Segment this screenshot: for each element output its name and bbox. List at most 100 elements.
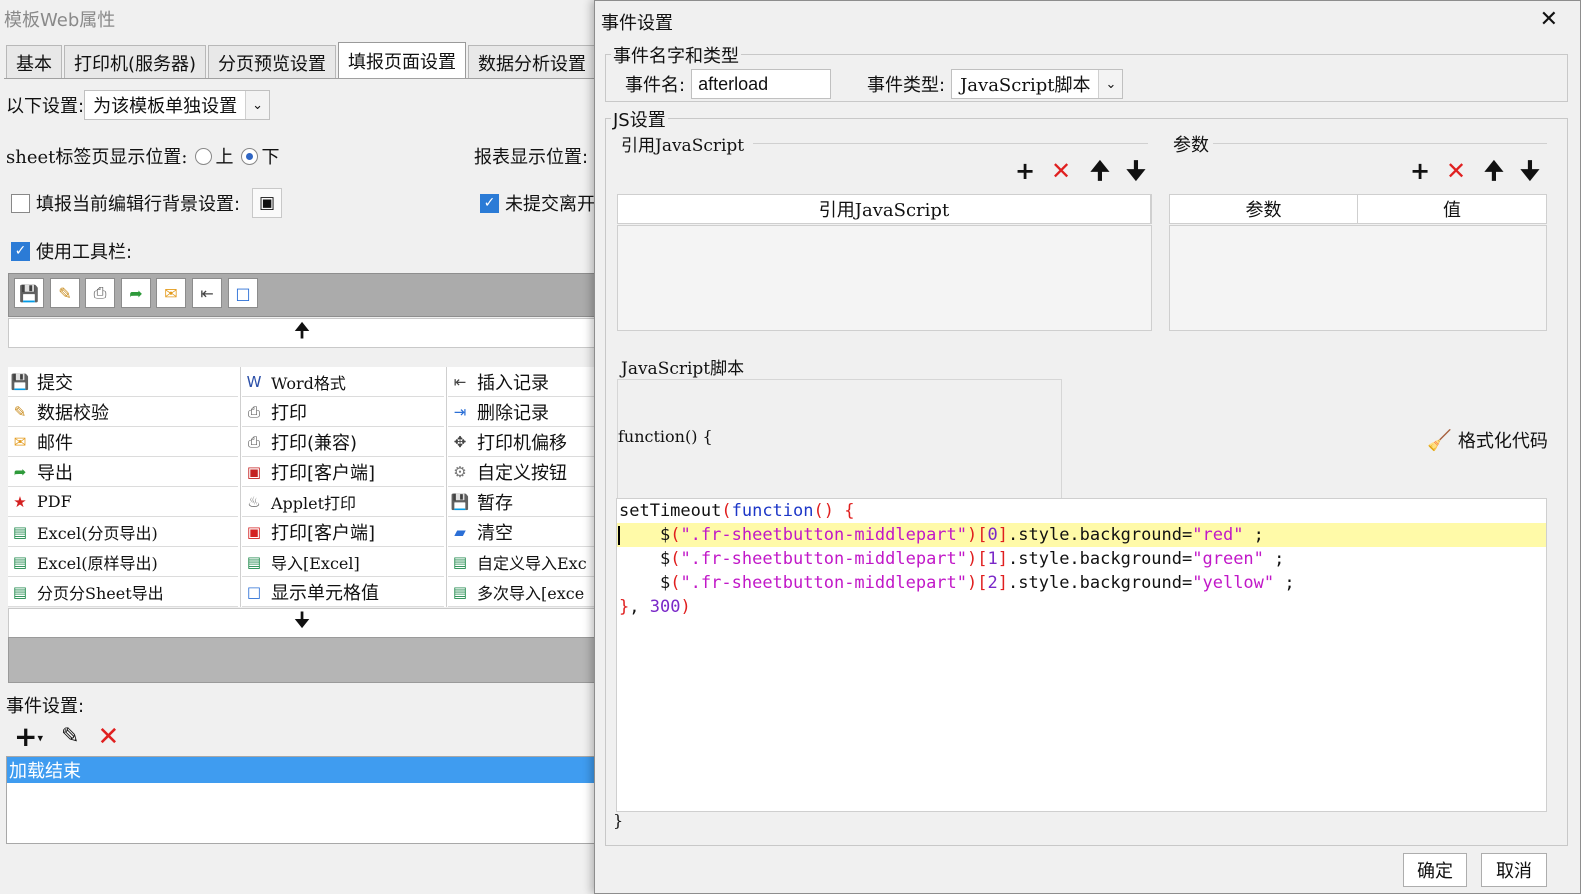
move-down-ref-js-icon[interactable]: 🠋 <box>1126 159 1146 183</box>
excel-icon: ▤ <box>246 552 262 571</box>
toolbar-option[interactable]: □ 显示单元格值 <box>242 577 444 607</box>
toolbar-option[interactable]: ⎙ 打印(兼容) <box>242 427 444 457</box>
name-type-legend: 事件名字和类型 <box>611 42 741 68</box>
tab-basic[interactable]: 基本 <box>6 45 62 79</box>
toolbar-option[interactable]: ⎙ 打印 <box>242 397 444 427</box>
radio-bottom-label: 下 <box>261 147 280 168</box>
move-down-button[interactable]: 🠋 <box>8 608 596 638</box>
add-event-icon[interactable]: +▾ <box>14 720 43 753</box>
ok-button[interactable]: 确定 <box>1403 853 1467 887</box>
ref-js-table[interactable] <box>617 225 1152 331</box>
toolbar-option[interactable]: ▤ 多次导入[exce <box>448 577 596 607</box>
toolbar-option[interactable]: ⇤ 插入记录 <box>448 367 596 397</box>
unsubmitted-checkbox[interactable]: ✓ <box>480 193 499 213</box>
edit-row-bg-checkbox[interactable] <box>11 193 30 213</box>
move-up-param-icon[interactable]: 🠉 <box>1484 159 1504 183</box>
validate-icon[interactable]: ✎ <box>50 278 80 308</box>
toolbar-option[interactable]: ▤ Excel(原样导出) <box>8 547 238 577</box>
move-up-button[interactable]: 🠉 <box>8 318 596 348</box>
radio-bottom[interactable] <box>241 147 259 165</box>
scope-select[interactable]: 为该模板单独设置 ⌄ <box>84 90 271 120</box>
delete-ref-js-icon[interactable]: ✕ <box>1051 159 1071 183</box>
tab-page-preview[interactable]: 分页预览设置 <box>208 45 337 79</box>
event-settings-label: 事件设置: <box>6 696 85 717</box>
gear-icon: ⚙ <box>453 462 467 481</box>
window-title: 模板Web属性 <box>4 10 116 31</box>
js-settings-legend: JS设置 <box>611 106 668 132</box>
move-down-param-icon[interactable]: 🠋 <box>1520 159 1540 183</box>
use-toolbar-label: 使用工具栏: <box>36 242 133 263</box>
toolbar-option-label: 删除记录 <box>477 402 549 424</box>
toolbar-option-label: Applet打印 <box>271 493 357 513</box>
toolbar-option-label: 清空 <box>477 522 513 544</box>
code-editor[interactable]: setTimeout(function() { $(".fr-sheetbutt… <box>616 498 1547 812</box>
toolbar-option[interactable]: ⇥ 删除记录 <box>448 397 596 427</box>
code-line-2: $(".fr-sheetbutton-middlepart")[0].style… <box>617 523 1546 547</box>
toolbar-option[interactable]: ✉ 邮件 <box>8 427 238 457</box>
params-table[interactable] <box>1169 225 1547 331</box>
move-up-ref-js-icon[interactable]: 🠉 <box>1090 159 1110 183</box>
save-icon: 💾 <box>10 372 30 391</box>
event-item-afterload[interactable]: 加载结束 <box>7 757 595 783</box>
toolbar-option[interactable]: ✥ 打印机偏移 <box>448 427 596 457</box>
close-icon[interactable]: ✕ <box>1540 7 1558 32</box>
grid-divider <box>446 367 447 607</box>
toolbar-option[interactable]: ▰ 清空 <box>448 517 596 547</box>
params-table-header: 参数 值 <box>1169 194 1547 224</box>
params-legend: 参数 <box>1171 131 1211 157</box>
insert-row-icon[interactable]: ⇤ <box>192 278 222 308</box>
toolbar-option[interactable]: ▤ Excel(分页导出) <box>8 517 238 547</box>
email-icon[interactable]: ✉ <box>156 278 186 308</box>
export-icon[interactable]: ➦ <box>121 278 151 308</box>
paint-bucket-icon[interactable]: ▣ <box>252 188 283 218</box>
event-name-input[interactable]: afterload <box>691 69 832 99</box>
toolbar-option[interactable]: ▤ 自定义导入Exc <box>448 547 596 577</box>
toolbar-option[interactable]: ▣ 打印[客户端] <box>242 457 444 487</box>
toolbar-option[interactable]: ⚙ 自定义按钮 <box>448 457 596 487</box>
toolbar-option[interactable]: ★ PDF <box>8 487 238 517</box>
use-toolbar-checkbox[interactable]: ✓ <box>11 241 30 261</box>
tab-printer-server[interactable]: 打印机(服务器) <box>64 45 207 79</box>
add-param-icon[interactable]: + <box>1410 159 1430 183</box>
print-icon[interactable]: ⎙ <box>85 278 115 308</box>
toolbar-option[interactable]: W Word格式 <box>242 367 444 397</box>
insert-row-icon: ⇤ <box>453 372 467 391</box>
arrow-down-icon: 🠋 <box>293 608 311 632</box>
delete-param-icon[interactable]: ✕ <box>1446 159 1466 183</box>
toolbar-option-label: 邮件 <box>37 432 73 454</box>
toolbar-option-label: PDF <box>37 492 72 511</box>
tab-data-analysis[interactable]: 数据分析设置 <box>468 45 597 79</box>
toolbar-option[interactable]: ✎ 数据校验 <box>8 397 238 427</box>
delete-event-icon[interactable]: ✕ <box>97 722 119 752</box>
unsubmitted-label: 未提交离开 <box>505 194 595 215</box>
save-icon[interactable]: 💾 <box>14 278 44 308</box>
event-list: 加载结束 <box>6 756 596 844</box>
event-type-select[interactable]: JavaScript脚本 ⌄ <box>951 69 1124 99</box>
toolbar-option[interactable]: ♨ Applet打印 <box>242 487 444 517</box>
add-ref-js-icon[interactable]: + <box>1015 159 1035 183</box>
code-line-5: }, 300) <box>619 597 691 617</box>
edit-event-icon[interactable]: ✎ <box>61 724 79 749</box>
toolbar-option-label: 自定义按钮 <box>477 462 567 484</box>
toolbar-option[interactable]: ➦ 导出 <box>8 457 238 487</box>
show-cell-icon[interactable]: □ <box>228 278 258 308</box>
format-code-button[interactable]: 🧹 格式化代码 <box>1427 427 1548 453</box>
toolbar-option[interactable]: 💾 提交 <box>8 367 238 397</box>
toolbar-option[interactable]: ▣ 打印[客户端] <box>242 517 444 547</box>
toolbar-option[interactable]: ▤ 导入[Excel] <box>242 547 444 577</box>
event-name-label: 事件名: <box>625 75 686 96</box>
toolbar-option-label: Word格式 <box>271 373 346 393</box>
toolbar-button-grid: 💾 提交 ✎ 数据校验 ✉ 邮件 ➦ 导出 ★ PDF ▤ Excel(分页导出) ▤ Excel(原样导… <box>8 367 596 607</box>
radio-top[interactable] <box>195 147 213 165</box>
cancel-button[interactable]: 取消 <box>1481 853 1547 887</box>
excel-icon: ▤ <box>452 552 468 571</box>
toolbar-option[interactable]: ▤ 分页分Sheet导出 <box>8 577 238 607</box>
toolbar-option-label: 打印[客户端] <box>271 522 376 544</box>
excel-icon: ▤ <box>12 552 28 571</box>
toolbar-option[interactable]: 💾 暂存 <box>448 487 596 517</box>
toolbar-option-label: 导入[Excel] <box>271 553 360 573</box>
code-line-1: setTimeout(function() { <box>619 501 855 521</box>
tab-panel-border <box>4 78 596 79</box>
tab-fill-page[interactable]: 填报页面设置 <box>338 42 467 79</box>
use-toolbar-row: ✓ 使用工具栏: <box>11 238 132 264</box>
